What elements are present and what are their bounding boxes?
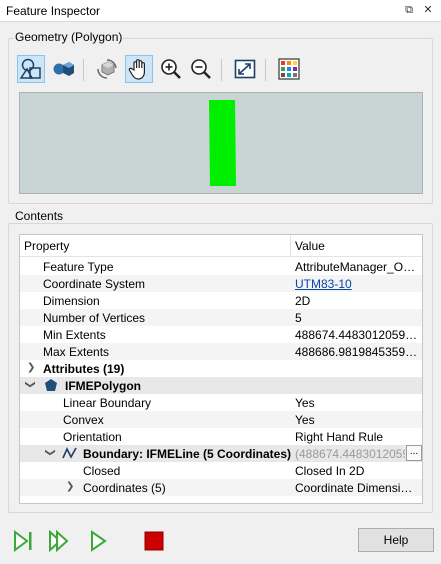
stop-icon [144, 531, 164, 551]
zoom-extents-icon [234, 59, 256, 79]
pan-button[interactable] [125, 55, 153, 83]
boundary-node: Boundary: IFMELine (5 Coordinates) [83, 447, 292, 461]
property-cell: Min Extents [43, 328, 106, 342]
table-row[interactable]: ❯ Attributes (19) [20, 360, 422, 377]
pan-hand-icon [128, 59, 145, 80]
toolbar-separator [221, 59, 222, 81]
property-cell: Dimension [43, 294, 100, 308]
collapse-arrow-icon[interactable]: ❯ [45, 448, 56, 456]
property-cell: Linear Boundary [63, 396, 152, 410]
property-cell: Number of Vertices [43, 311, 146, 325]
coordinate-system-link[interactable]: UTM83-10 [295, 277, 419, 291]
restore-button[interactable]: ⧉ [402, 3, 416, 17]
title-bar: Feature Inspector ⧉ ✕ [0, 0, 441, 22]
color-grid-icon [278, 58, 300, 80]
polygon-icon [45, 379, 57, 391]
table-row[interactable]: Number of Vertices 5 [20, 309, 422, 326]
expand-arrow-icon[interactable]: ❯ [27, 362, 35, 373]
value-cell: Yes [295, 413, 315, 427]
orbit-button[interactable] [93, 55, 121, 83]
zoom-in-button[interactable] [157, 55, 185, 83]
table-row[interactable]: Linear Boundary Yes [20, 394, 422, 411]
property-column-header[interactable]: Property [24, 239, 69, 253]
table-row[interactable]: ❯ Boundary: IFMELine (5 Coordinates) (48… [20, 445, 422, 462]
expand-arrow-icon[interactable]: ❯ [66, 481, 74, 492]
value-cell: Coordinate Dimension... [295, 481, 419, 495]
table-row[interactable]: ❯ IFMEPolygon [20, 377, 422, 394]
property-cell: Coordinates (5) [83, 481, 166, 495]
step-multiple-button[interactable] [47, 528, 73, 554]
zoom-out-icon [191, 59, 211, 79]
property-cell: Feature Type [43, 260, 114, 274]
close-button[interactable]: ✕ [421, 3, 435, 17]
zoom-in-icon [161, 59, 181, 79]
step-icon [14, 530, 32, 552]
shapes-button[interactable] [17, 55, 45, 83]
table-row[interactable]: Max Extents 488686.98198453599, ... [20, 343, 422, 360]
table-row[interactable]: Orientation Right Hand Rule [20, 428, 422, 445]
properties-table: Property Value Feature Type AttributeMan… [19, 234, 423, 504]
line-icon [62, 447, 77, 459]
value-cell: (488674.44830120599, ... [295, 447, 405, 461]
property-cell: Closed [83, 464, 121, 478]
column-divider[interactable] [290, 235, 291, 257]
zoom-out-button[interactable] [187, 55, 215, 83]
geometry-group-label: Geometry (Polygon) [14, 30, 124, 44]
attributes-node: Attributes (19) [43, 362, 125, 376]
ifme-polygon-node: IFMEPolygon [65, 379, 141, 393]
more-button[interactable]: ... [406, 445, 422, 461]
orbit-icon [97, 59, 117, 79]
help-button[interactable]: Help [358, 528, 434, 552]
table-row[interactable]: Min Extents 488674.44830120599, ... [20, 326, 422, 343]
step-button[interactable] [10, 528, 36, 554]
contents-group-label: Contents [14, 209, 65, 223]
toolbar-separator [265, 59, 266, 81]
polygon-shape [209, 100, 236, 186]
table-row[interactable]: Convex Yes [20, 411, 422, 428]
zoom-extents-button[interactable] [231, 55, 259, 83]
stop-button[interactable] [141, 528, 167, 554]
table-row[interactable]: Coordinate System UTM83-10 [20, 275, 422, 292]
table-row[interactable]: Closed Closed In 2D [20, 462, 422, 479]
3d-view-icon [53, 62, 74, 76]
3d-view-button[interactable] [49, 55, 77, 83]
window-title: Feature Inspector [6, 4, 101, 18]
table-row[interactable]: Feature Type AttributeManager_OUTPUT [20, 258, 422, 275]
color-grid-button[interactable] [275, 55, 303, 83]
property-cell: Convex [63, 413, 104, 427]
geometry-viewport[interactable] [19, 92, 423, 194]
property-cell: Orientation [63, 430, 122, 444]
value-cell: 5 [295, 311, 302, 325]
fast-forward-icon [49, 529, 69, 553]
value-cell: 2D [295, 294, 311, 308]
collapse-arrow-icon[interactable]: ❯ [25, 380, 36, 388]
toolbar-separator [83, 59, 84, 81]
value-cell: 488674.44830120599, ... [295, 328, 419, 342]
table-row[interactable]: ❯ Coordinates (5) Coordinate Dimension..… [20, 479, 422, 496]
value-cell: AttributeManager_OUTPUT [295, 260, 419, 274]
value-column-header[interactable]: Value [295, 239, 325, 253]
shapes-icon [19, 58, 41, 79]
value-cell: 488686.98198453599, ... [295, 345, 419, 359]
property-cell: Coordinate System [43, 277, 146, 291]
property-cell: Max Extents [43, 345, 110, 359]
value-cell: Yes [295, 396, 315, 410]
table-header: Property Value [20, 235, 422, 257]
value-cell: Closed In 2D [295, 464, 365, 478]
play-button[interactable] [85, 528, 111, 554]
value-cell: Right Hand Rule [295, 430, 384, 444]
play-icon [91, 530, 107, 552]
table-row[interactable]: Dimension 2D [20, 292, 422, 309]
